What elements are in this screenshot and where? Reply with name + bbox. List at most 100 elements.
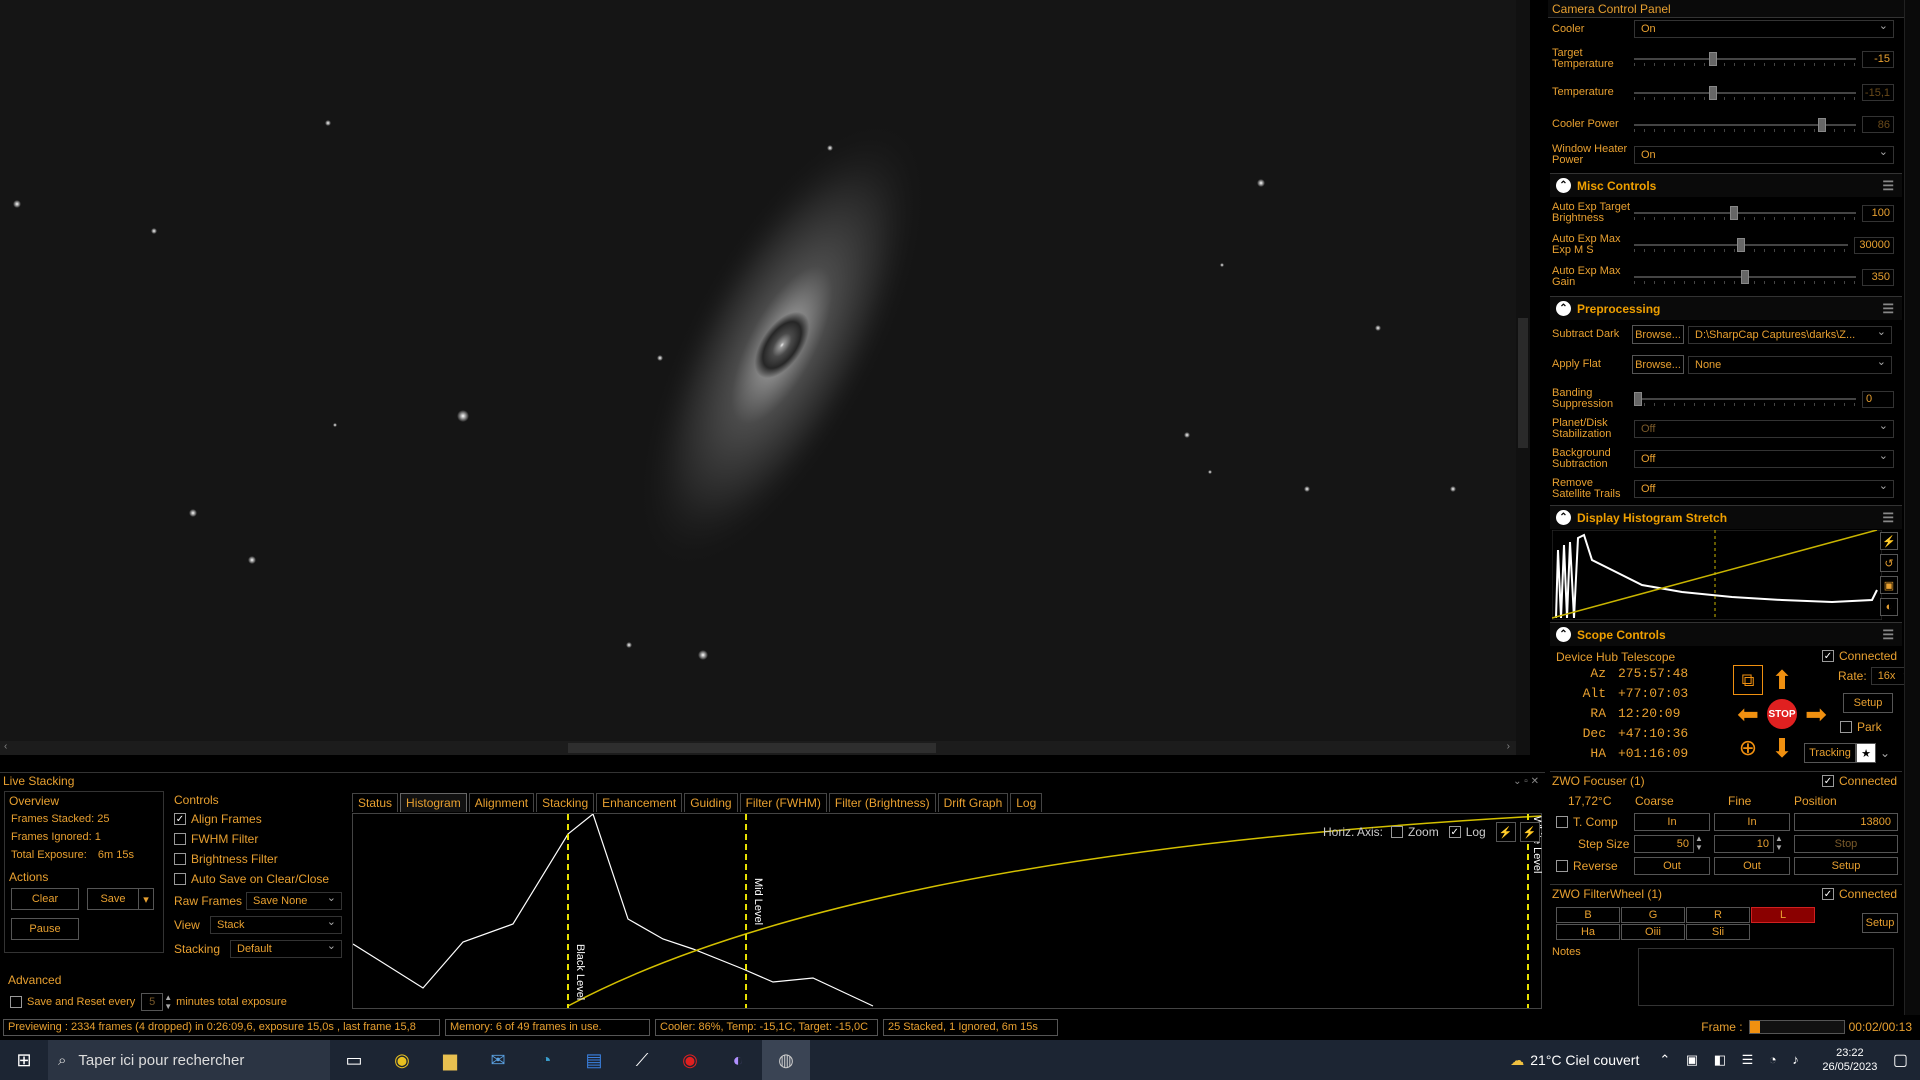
log-checkbox[interactable]: ✓: [1448, 826, 1461, 838]
sharpcap-icon[interactable]: ◍: [762, 1040, 810, 1080]
filter-b-button[interactable]: B: [1556, 907, 1620, 923]
scope-connected[interactable]: ✓ Connected: [1822, 649, 1897, 663]
tab-filter-brightness[interactable]: Filter (Brightness): [828, 793, 936, 812]
focuser-setup-button[interactable]: Setup: [1794, 857, 1898, 875]
reverse-toggle[interactable]: Reverse: [1556, 859, 1618, 873]
reverse-checkbox[interactable]: [1556, 860, 1568, 872]
auto-exp-max-gain-slider[interactable]: [1634, 270, 1856, 284]
tab-enhancement[interactable]: Enhancement: [596, 793, 683, 812]
telescope-app-icon[interactable]: ⟋: [618, 1040, 666, 1080]
tracking-dropdown-icon[interactable]: ⌄: [1880, 746, 1890, 760]
arrow-right-icon[interactable]: ➡: [1801, 699, 1831, 729]
park-toggle[interactable]: Park: [1840, 720, 1882, 734]
save-dropdown-icon[interactable]: ▾: [138, 888, 154, 910]
record-app-icon[interactable]: ◉: [666, 1040, 714, 1080]
filterwheel-connected[interactable]: ✓ Connected: [1822, 887, 1897, 901]
cooler-select[interactable]: On: [1634, 19, 1894, 38]
filter-l-button[interactable]: L: [1751, 907, 1815, 923]
auto-stretch-icon[interactable]: ⚡: [1880, 532, 1898, 550]
collapse-icon[interactable]: ⌃: [1556, 510, 1571, 525]
filter-oiii-button[interactable]: Oiii: [1621, 924, 1685, 940]
edge-icon[interactable]: ◔: [522, 1040, 570, 1080]
save-reset-checkbox[interactable]: [10, 996, 22, 1008]
tab-alignment[interactable]: Alignment: [468, 793, 535, 812]
arrow-up-icon[interactable]: ⬆: [1767, 665, 1797, 695]
stop-button[interactable]: STOP: [1767, 699, 1797, 729]
target-temperature-value[interactable]: -15: [1862, 50, 1894, 68]
focus-in-coarse-button[interactable]: In: [1634, 813, 1710, 831]
vertical-scroll-thumb[interactable]: [1518, 318, 1528, 448]
histogram-stretch-header[interactable]: ⌃ Display Histogram Stretch ☰: [1550, 505, 1902, 529]
misc-controls-header[interactable]: ⌃ Misc Controls ☰: [1550, 173, 1902, 197]
tracking-button[interactable]: Tracking: [1804, 743, 1856, 763]
notifications-icon[interactable]: ▢: [1893, 1050, 1908, 1070]
collapse-icon[interactable]: ⌃: [1556, 627, 1571, 642]
hamburger-menu-icon[interactable]: ☰: [1882, 627, 1894, 643]
park-checkbox[interactable]: [1840, 721, 1852, 733]
mid-level-label[interactable]: Mid Level: [752, 878, 764, 925]
hamburger-menu-icon[interactable]: ☰: [1882, 510, 1894, 526]
brightness-filter-toggle[interactable]: Brightness Filter: [170, 849, 346, 869]
clear-button[interactable]: Clear: [11, 888, 79, 910]
auto-stretch-icon[interactable]: ⚡: [1519, 822, 1540, 842]
planet-disk-select[interactable]: Off: [1634, 419, 1894, 438]
close-icon[interactable]: ⌄ ▫ ✕: [1513, 776, 1539, 787]
collapse-icon[interactable]: ⌃: [1556, 178, 1571, 193]
auto-exp-max-ms-slider[interactable]: [1634, 238, 1848, 252]
align-frames-checkbox[interactable]: ✓: [174, 813, 186, 825]
black-level-label[interactable]: Black Level: [574, 944, 586, 1000]
windows-start-icon[interactable]: ⊞: [0, 1040, 48, 1080]
scope-connected-checkbox[interactable]: ✓: [1822, 650, 1834, 662]
auto-exp-target-slider[interactable]: [1634, 206, 1856, 220]
tab-stacking[interactable]: Stacking: [536, 793, 595, 812]
zoom-checkbox[interactable]: [1391, 826, 1404, 838]
apply-flat-select[interactable]: None: [1688, 355, 1892, 374]
hamburger-menu-icon[interactable]: ☰: [1882, 301, 1894, 317]
save-button[interactable]: Save: [87, 888, 139, 910]
pause-button[interactable]: Pause: [11, 918, 79, 940]
auto-exp-max-ms-value[interactable]: 30000: [1854, 236, 1894, 254]
focus-out-coarse-button[interactable]: Out: [1634, 857, 1710, 875]
collapse-icon[interactable]: ⌃: [1556, 301, 1571, 316]
filter-sii-button[interactable]: Sii: [1686, 924, 1750, 940]
fine-step-field[interactable]: 10: [1714, 835, 1774, 853]
file-explorer-icon[interactable]: ▆: [426, 1040, 474, 1080]
banding-slider[interactable]: [1634, 392, 1856, 406]
remove-trails-select[interactable]: Off: [1634, 479, 1894, 498]
weather-icon[interactable]: ☁: [1510, 1052, 1524, 1069]
arrow-left-icon[interactable]: ⬅: [1733, 699, 1763, 729]
reset-stretch-icon[interactable]: ↺: [1880, 554, 1898, 572]
vertical-scrollbar[interactable]: [1516, 0, 1530, 755]
tab-guiding[interactable]: Guiding: [684, 793, 738, 812]
star-icon[interactable]: ★: [1856, 743, 1876, 763]
tab-histogram[interactable]: Histogram: [400, 793, 467, 812]
fwhm-filter-toggle[interactable]: FWHM Filter: [170, 829, 346, 849]
subtract-dark-browse-button[interactable]: Browse...: [1632, 325, 1684, 344]
horizontal-scrollbar[interactable]: ‹ ›: [0, 741, 1530, 755]
stack-histogram[interactable]: Black Level Mid Level White Level Horiz.…: [352, 813, 1543, 1009]
coarse-step-field[interactable]: 50: [1634, 835, 1694, 853]
mail-icon[interactable]: ✉: [474, 1040, 522, 1080]
hamburger-menu-icon[interactable]: ☰: [1882, 178, 1894, 194]
tab-log[interactable]: Log: [1010, 793, 1043, 812]
task-view-icon[interactable]: ▭: [330, 1040, 378, 1080]
filterwheel-setup-button[interactable]: Setup: [1862, 913, 1898, 933]
focus-in-fine-button[interactable]: In: [1714, 813, 1790, 831]
filter-g-button[interactable]: G: [1621, 907, 1685, 923]
window-heater-select[interactable]: On: [1634, 145, 1894, 164]
taskbar-search[interactable]: ⌕ Taper ici pour rechercher: [48, 1040, 330, 1080]
view-select[interactable]: Stack: [210, 915, 342, 934]
horizontal-scroll-thumb[interactable]: [568, 743, 936, 753]
auto-exp-target-value[interactable]: 100: [1862, 204, 1894, 222]
apply-flat-browse-button[interactable]: Browse...: [1632, 355, 1684, 374]
focuser-position-field[interactable]: 13800: [1794, 813, 1898, 831]
contrast-icon[interactable]: ◐: [1880, 598, 1898, 616]
stellarium-icon[interactable]: ◐: [714, 1040, 762, 1080]
brightness-filter-checkbox[interactable]: [174, 853, 186, 865]
auto-exp-max-gain-value[interactable]: 350: [1862, 268, 1894, 286]
histogram-stretch-graph[interactable]: [1552, 530, 1882, 620]
tray-icons[interactable]: ⌃ ▣ ◧ ☰ ◔ ♪: [1659, 1052, 1805, 1068]
word-icon[interactable]: ▤: [570, 1040, 618, 1080]
auto-save-checkbox[interactable]: [174, 873, 186, 885]
coarse-step-spinner-icon[interactable]: ▲ ▼: [1695, 834, 1703, 852]
